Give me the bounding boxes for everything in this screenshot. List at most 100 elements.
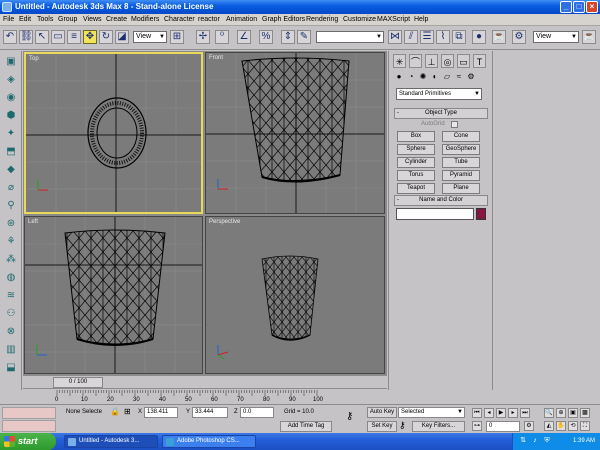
viewport-front[interactable]: Front: [205, 52, 385, 214]
maximize-viewport-icon[interactable]: ⛶: [580, 421, 590, 431]
zoom-all-icon[interactable]: ⊕: [556, 408, 566, 418]
set-key-button[interactable]: Set Key: [367, 421, 397, 432]
object-type-rollout[interactable]: - Object Type: [394, 108, 488, 119]
snap-3d-icon[interactable]: ⁰: [215, 30, 229, 44]
named-selection-dropdown[interactable]: ▼: [316, 31, 384, 43]
tool-icon-18[interactable]: ⬓: [4, 361, 18, 375]
security-icon[interactable]: ⛨: [543, 437, 551, 445]
tool-icon-12[interactable]: ⁂: [4, 253, 18, 267]
tool-icon-4[interactable]: ⬢: [4, 109, 18, 123]
render-last-icon[interactable]: ☕: [582, 30, 596, 44]
tool-icon-14[interactable]: ≋: [4, 289, 18, 303]
tool-icon-16[interactable]: ⊗: [4, 325, 18, 339]
viewport-top[interactable]: Top: [24, 52, 203, 214]
tool-icon-7[interactable]: ◆: [4, 163, 18, 177]
field-of-view-icon[interactable]: ◭: [544, 421, 554, 431]
zoom-extents-icon[interactable]: ▣: [568, 408, 578, 418]
schematic-view-icon[interactable]: ⧉: [452, 30, 466, 44]
tool-icon-11[interactable]: ⚘: [4, 235, 18, 249]
menu-views[interactable]: Views: [83, 16, 102, 23]
align-icon[interactable]: ⫽: [404, 30, 418, 44]
close-button[interactable]: ×: [586, 1, 598, 13]
volume-icon[interactable]: ♪: [531, 437, 539, 445]
menu-modifiers[interactable]: Modifiers: [131, 16, 159, 23]
layer-manager-icon[interactable]: ☰: [420, 30, 434, 44]
zoom-icon[interactable]: 🔍: [544, 408, 554, 418]
menu-edit[interactable]: Edit: [19, 16, 31, 23]
tool-icon-6[interactable]: ⬒: [4, 145, 18, 159]
scale-icon[interactable]: ◪: [115, 30, 129, 44]
orbit-icon[interactable]: ⟲: [568, 421, 578, 431]
torus-button[interactable]: Torus: [397, 170, 435, 181]
spinner-snap-icon[interactable]: ⇕: [281, 30, 295, 44]
mirror-icon[interactable]: ⋈: [388, 30, 402, 44]
rotate-icon[interactable]: ↻: [99, 30, 113, 44]
track-bar[interactable]: 0 10 20 30 40 50 60 70 80 90 100: [23, 388, 387, 404]
menu-help[interactable]: Help: [414, 16, 428, 23]
pyramid-button[interactable]: Pyramid: [442, 170, 480, 181]
systems-icon[interactable]: ⚙: [466, 71, 476, 82]
quick-render-icon[interactable]: ⚙: [512, 30, 526, 44]
teapot-button[interactable]: Teapot: [397, 183, 435, 194]
move-icon[interactable]: ✥: [83, 30, 97, 44]
viewport-label[interactable]: Front: [209, 55, 223, 61]
lock-icon[interactable]: 🔒: [110, 407, 120, 416]
viewport-label[interactable]: Top: [29, 56, 39, 62]
key-mode-dropdown[interactable]: Selected ▼: [398, 407, 465, 418]
sphere-button[interactable]: Sphere: [397, 144, 435, 155]
tool-icon-9[interactable]: ⚲: [4, 199, 18, 213]
create-tab-icon[interactable]: ✳: [393, 54, 406, 68]
menu-tools[interactable]: Tools: [37, 16, 53, 23]
key-icon[interactable]: ⚷: [346, 411, 353, 422]
key-filter-icon[interactable]: ⚷: [399, 420, 406, 431]
menu-maxscript[interactable]: MAXScript: [377, 16, 410, 23]
time-slider-knob[interactable]: 0 / 100: [53, 377, 103, 388]
network-icon[interactable]: ⇅: [519, 437, 527, 445]
undo-icon[interactable]: ↶: [3, 30, 17, 44]
hierarchy-tab-icon[interactable]: ⊥: [425, 54, 438, 68]
auto-key-button[interactable]: Auto Key: [367, 407, 397, 418]
start-button[interactable]: start: [0, 433, 56, 450]
pivot-center-icon[interactable]: ⊞: [170, 30, 184, 44]
tool-icon-5[interactable]: ✦: [4, 127, 18, 141]
object-color-swatch[interactable]: [476, 208, 486, 220]
viewport-perspective[interactable]: Perspective: [205, 216, 385, 374]
select-object-icon[interactable]: ↖: [35, 30, 49, 44]
previous-frame-icon[interactable]: ◂: [484, 408, 494, 418]
menu-create[interactable]: Create: [106, 16, 127, 23]
geosphere-button[interactable]: GeoSphere: [442, 144, 480, 155]
angle-snap-icon[interactable]: ∠: [237, 30, 251, 44]
select-link-icon[interactable]: ⛓: [19, 30, 33, 44]
next-frame-icon[interactable]: ▸: [508, 408, 518, 418]
minimize-button[interactable]: _: [560, 1, 572, 13]
display-tab-icon[interactable]: ▭: [457, 54, 470, 68]
menu-customize[interactable]: Customize: [343, 16, 376, 23]
tube-button[interactable]: Tube: [442, 157, 480, 168]
motion-tab-icon[interactable]: ◎: [441, 54, 454, 68]
shapes-icon[interactable]: ◔: [406, 71, 416, 82]
autogrid-checkbox[interactable]: AutoGrid: [421, 121, 458, 128]
modify-tab-icon[interactable]: ⌒: [409, 54, 422, 68]
menu-reactor[interactable]: reactor: [198, 16, 220, 23]
menu-rendering[interactable]: Rendering: [306, 16, 338, 23]
menu-animation[interactable]: Animation: [226, 16, 257, 23]
select-by-name-icon[interactable]: ≡: [67, 30, 81, 44]
go-to-start-icon[interactable]: ⏮: [472, 408, 482, 418]
geometry-icon[interactable]: ●: [394, 71, 404, 82]
tool-icon-2[interactable]: ◈: [4, 73, 18, 87]
menu-file[interactable]: File: [3, 16, 14, 23]
curve-editor-icon[interactable]: ⌇: [436, 30, 450, 44]
y-field[interactable]: 33.444: [192, 407, 228, 418]
pan-icon[interactable]: ✋: [556, 421, 566, 431]
viewport-label[interactable]: Left: [28, 219, 38, 225]
tool-icon-3[interactable]: ◉: [4, 91, 18, 105]
cone-button[interactable]: Cone: [442, 131, 480, 142]
go-to-end-icon[interactable]: ⏭: [520, 408, 530, 418]
maxscript-listener-output[interactable]: [2, 420, 56, 432]
key-mode-toggle-icon[interactable]: ⊶: [472, 421, 482, 431]
render-scene-icon[interactable]: ☕: [492, 30, 506, 44]
category-dropdown[interactable]: Standard Primitives ▼: [396, 88, 482, 100]
tool-icon-8[interactable]: ⌀: [4, 181, 18, 195]
box-button[interactable]: Box: [397, 131, 435, 142]
menu-graph-editors[interactable]: Graph Editors: [262, 16, 305, 23]
